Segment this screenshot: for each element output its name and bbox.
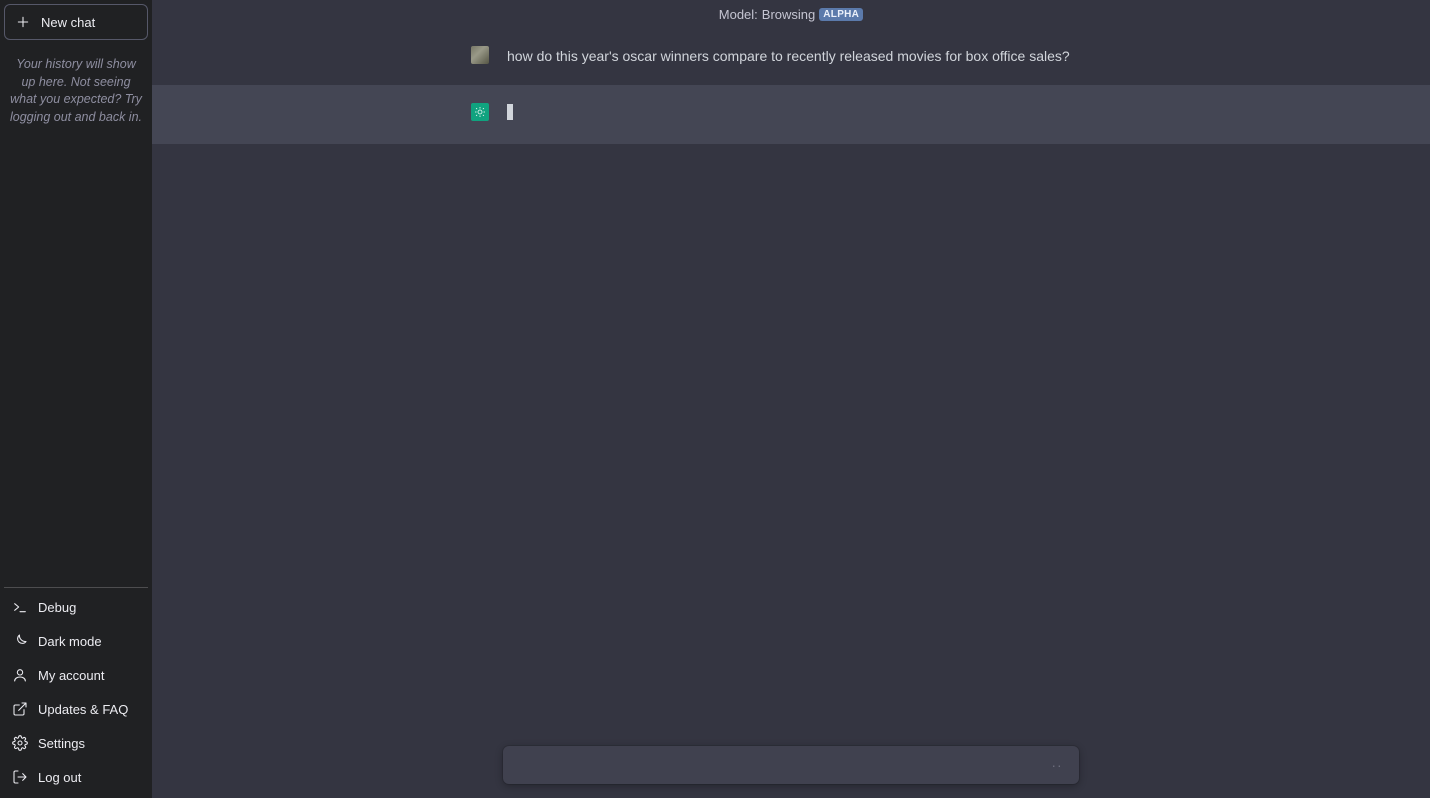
history-empty-note: Your history will show up here. Not seei…: [4, 50, 148, 132]
main-area: Model: Browsing ALPHA how do this year's…: [152, 0, 1430, 798]
sidebar: New chat Your history will show up here.…: [0, 0, 152, 798]
new-chat-label: New chat: [41, 15, 95, 30]
sidebar-item-logout[interactable]: Log out: [4, 760, 148, 794]
message-row-assistant: [152, 85, 1430, 144]
gear-icon: [12, 735, 28, 751]
sidebar-item-label: Updates & FAQ: [38, 702, 128, 717]
message-input[interactable]: [515, 757, 1047, 773]
typing-cursor-icon: [507, 104, 513, 120]
user-avatar: [471, 46, 489, 64]
message-input-container: ··: [503, 746, 1079, 784]
assistant-avatar: [471, 103, 489, 121]
sidebar-item-account[interactable]: My account: [4, 658, 148, 692]
terminal-icon: [12, 599, 28, 615]
send-icon: ··: [1051, 757, 1062, 773]
sidebar-item-settings[interactable]: Settings: [4, 726, 148, 760]
model-bar: Model: Browsing ALPHA: [152, 0, 1430, 28]
external-link-icon: [12, 701, 28, 717]
sidebar-item-label: My account: [38, 668, 104, 683]
user-message-text: how do this year's oscar winners compare…: [507, 46, 1070, 67]
assistant-message-text: [507, 103, 513, 126]
plus-icon: [15, 14, 31, 30]
sidebar-item-label: Dark mode: [38, 634, 102, 649]
send-button[interactable]: ··: [1047, 755, 1067, 775]
sidebar-item-debug[interactable]: Debug: [4, 590, 148, 624]
sidebar-item-darkmode[interactable]: Dark mode: [4, 624, 148, 658]
alpha-badge: ALPHA: [819, 8, 863, 21]
sidebar-item-label: Settings: [38, 736, 85, 751]
sidebar-spacer: [4, 132, 148, 585]
messages-list: how do this year's oscar winners compare…: [152, 28, 1430, 798]
logout-icon: [12, 769, 28, 785]
message-row-user: how do this year's oscar winners compare…: [152, 28, 1430, 85]
model-prefix: Model:: [719, 7, 758, 22]
model-name: Browsing: [762, 7, 815, 22]
user-icon: [12, 667, 28, 683]
sidebar-item-label: Debug: [38, 600, 76, 615]
sidebar-item-label: Log out: [38, 770, 81, 785]
moon-icon: [12, 633, 28, 649]
input-dock: ··: [152, 746, 1430, 784]
new-chat-button[interactable]: New chat: [4, 4, 148, 40]
sidebar-divider: [4, 587, 148, 588]
sidebar-item-updates[interactable]: Updates & FAQ: [4, 692, 148, 726]
